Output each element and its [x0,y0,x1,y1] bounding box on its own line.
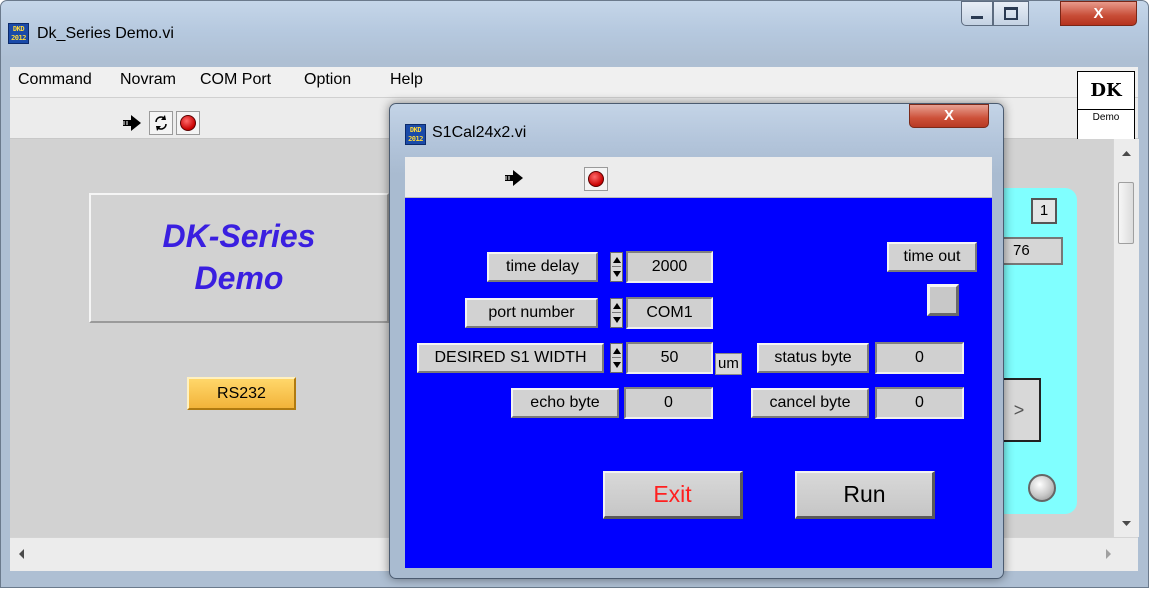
run-button[interactable]: Run [795,471,935,519]
labview-vi-icon: DKD 2012 [8,23,29,44]
desired-width-spinner[interactable] [610,343,623,373]
title-decoration: DK-Series Demo [89,193,389,323]
time-out-label: time out [887,242,977,272]
dialog-close-button[interactable]: X [909,104,989,128]
main-window-title: Dk_Series Demo.vi [37,25,174,42]
menu-com-port[interactable]: COM Port [200,71,271,89]
dialog-title: S1Cal24x2.vi [432,124,527,141]
scroll-left-icon[interactable] [12,544,32,564]
menu-help[interactable]: Help [390,71,423,89]
exit-button[interactable]: Exit [603,471,743,519]
dialog-vi-icon: DKD 2012 [405,124,426,145]
status-led [1028,474,1056,502]
run-arrow-icon[interactable] [503,169,525,187]
indicator-value: 76 [997,237,1063,265]
menu-bar: Command Novram COM Port Option Help [10,67,1138,98]
time-delay-spinner[interactable] [610,252,623,282]
echo-byte-label: echo byte [511,388,619,418]
logo-demo-text: Demo [1092,112,1120,123]
port-number-label: port number [465,298,598,328]
run-arrow-icon [123,115,141,131]
time-delay-input[interactable]: 2000 [626,251,713,283]
page-title: DK-Series Demo [162,218,316,296]
close-button[interactable]: X [1060,1,1137,26]
echo-byte-value: 0 [624,387,713,419]
maximize-button[interactable] [993,1,1029,26]
time-out-indicator[interactable] [927,284,959,316]
dialog-abort-button[interactable] [584,167,608,191]
time-delay-label: time delay [487,252,598,282]
desired-width-input[interactable]: 50 [626,342,713,374]
close-icon: X [1093,5,1104,22]
dialog-window: DKD 2012 S1Cal24x2.vi X time delay 2000 p… [389,103,1004,579]
close-icon: X [943,107,954,124]
run-continuously-button[interactable] [149,111,173,135]
menu-novram[interactable]: Novram [120,71,176,89]
desired-width-label: DESIRED S1 WIDTH [417,343,604,373]
rs232-button[interactable]: RS232 [187,377,296,410]
vertical-scrollbar[interactable] [1113,139,1139,537]
cancel-byte-value: 0 [875,387,964,419]
stop-icon [180,115,196,131]
maximize-icon [1004,7,1018,20]
run-button[interactable] [120,111,144,135]
scroll-right-icon[interactable] [1098,544,1118,564]
minimize-icon [971,16,983,19]
abort-button[interactable] [176,111,200,135]
dk-logo: DK Demo [1077,71,1135,147]
port-number-input[interactable]: COM1 [626,297,713,329]
logo-divider [1078,109,1134,110]
cancel-byte-label: cancel byte [751,388,869,418]
menu-option[interactable]: Option [304,71,351,89]
status-byte-label: status byte [757,343,869,373]
menu-command[interactable]: Command [18,71,92,89]
vertical-scroll-thumb[interactable] [1118,182,1134,244]
port-number-spinner[interactable] [610,298,623,328]
scroll-down-icon[interactable] [1114,513,1139,533]
indicator-number: 1 [1031,198,1057,224]
dialog-toolbar [405,157,992,198]
status-byte-value: 0 [875,342,964,374]
run-continuous-icon [155,115,167,131]
minimize-button[interactable] [961,1,993,26]
scroll-up-icon[interactable] [1114,144,1139,164]
stop-icon [588,171,604,187]
desired-width-unit: um [715,353,742,375]
dialog-panel: time delay 2000 port number COM1 DESIRED… [405,198,992,568]
logo-dk-text: DK [1090,80,1122,101]
